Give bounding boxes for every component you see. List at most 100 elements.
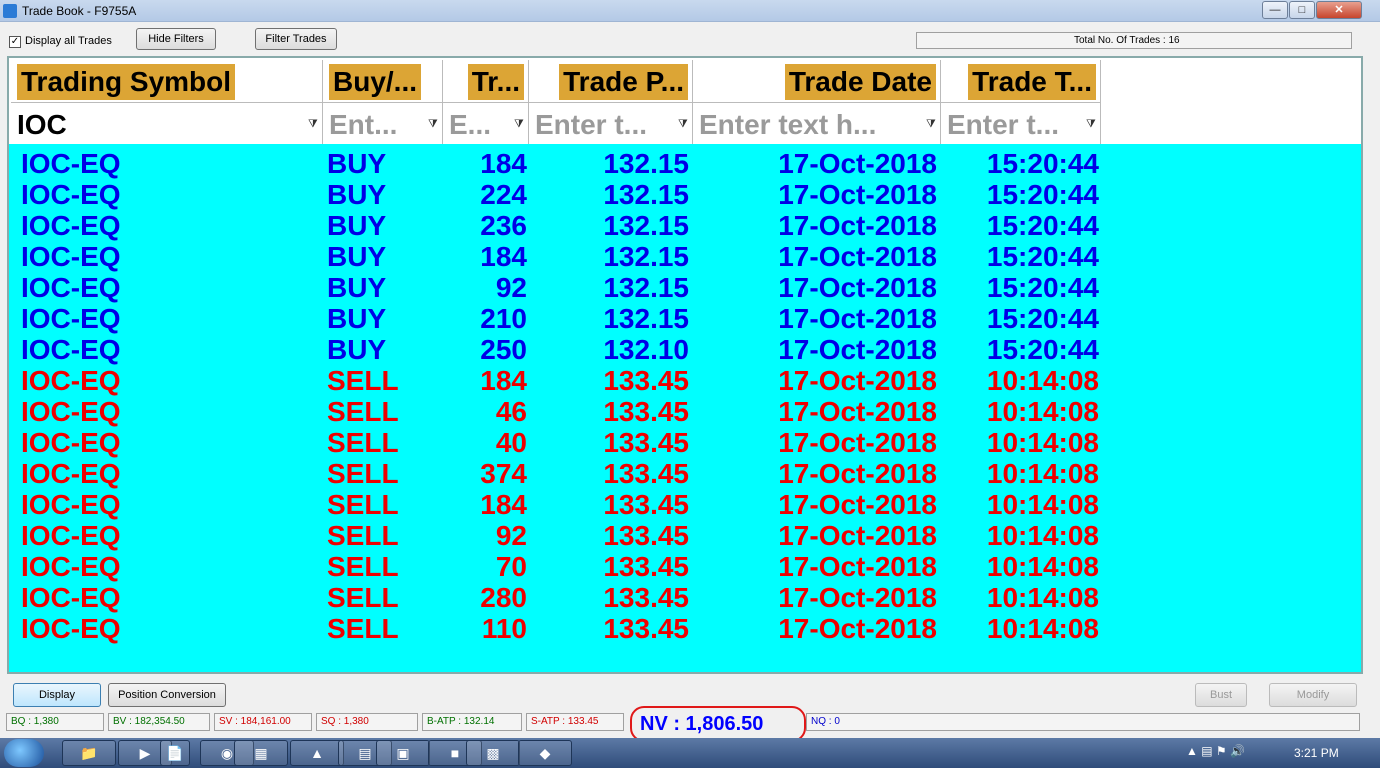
cell-trading-symbol: IOC-EQ (21, 179, 121, 210)
column-header-trade-price[interactable]: Trade P... (529, 60, 693, 102)
display-all-trades-checkbox[interactable]: ✓ (9, 36, 21, 48)
filter-placeholder: Enter text h... (699, 109, 877, 140)
cell-trade-date: 17-Oct-2018 (778, 148, 937, 179)
cell-trading-symbol: IOC-EQ (21, 582, 121, 613)
calculator-taskbar-icon[interactable]: ▩ (466, 740, 520, 766)
table-row[interactable]: IOC-EQ SELL 184 133.45 17-Oct-2018 10:14:08 (9, 489, 1361, 520)
table-row[interactable]: IOC-EQ BUY 184 132.15 17-Oct-2018 15:20:44 (9, 148, 1361, 179)
s-atp-status: S-ATP : 133.45 (526, 713, 624, 731)
filter-placeholder: Ent... (329, 109, 398, 140)
bust-button[interactable]: Bust (1195, 683, 1247, 707)
taskbar: 📁 ▶ 📄 ◉ ▦ ▲ ▤ ▣ ■ ▩ ◆ ▲ ▤ ⚑ 🔊 3:21 PM (0, 738, 1380, 768)
cell-trade-price: 133.45 (603, 458, 689, 489)
filter-trades-button[interactable]: Filter Trades (255, 28, 337, 50)
table-row[interactable]: IOC-EQ BUY 250 132.10 17-Oct-2018 15:20:44 (9, 334, 1361, 365)
cell-trade-date: 17-Oct-2018 (778, 582, 937, 613)
nq-status: NQ : 0 (806, 713, 1360, 731)
column-header-trade-time[interactable]: Trade T... (941, 60, 1101, 102)
table-row[interactable]: IOC-EQ SELL 70 133.45 17-Oct-2018 10:14:08 (9, 551, 1361, 582)
position-conversion-button[interactable]: Position Conversion (108, 683, 226, 707)
excel-taskbar-icon[interactable]: ▦ (234, 740, 288, 766)
grid-rows: IOC-EQ BUY 184 132.15 17-Oct-2018 15:20:44 IOC… (9, 148, 1361, 644)
table-row[interactable]: IOC-EQ SELL 46 133.45 17-Oct-2018 10:14:08 (9, 396, 1361, 427)
filter-input-trade-time[interactable]: Enter t... ⧩ (941, 102, 1101, 144)
cell-trading-symbol: IOC-EQ (21, 489, 121, 520)
table-row[interactable]: IOC-EQ BUY 210 132.15 17-Oct-2018 15:20:44 (9, 303, 1361, 334)
cell-trade-time: 10:14:08 (986, 489, 1099, 520)
minimize-button[interactable]: — (1262, 1, 1288, 19)
cell-trade-qty: 92 (495, 520, 527, 551)
table-row[interactable]: IOC-EQ SELL 280 133.45 17-Oct-2018 10:14:08 (9, 582, 1361, 613)
table-row[interactable]: IOC-EQ SELL 374 133.45 17-Oct-2018 10:14:08 (9, 458, 1361, 489)
toolbar: ✓ Display all Trades Hide Filters Filter… (0, 22, 1380, 54)
table-row[interactable]: IOC-EQ SELL 110 133.45 17-Oct-2018 10:14:08 (9, 613, 1361, 644)
filter-input-trade-price[interactable]: Enter t... ⧩ (529, 102, 693, 144)
table-row[interactable]: IOC-EQ SELL 40 133.45 17-Oct-2018 10:14:08 (9, 427, 1361, 458)
display-all-trades-label[interactable]: Display all Trades (25, 35, 112, 47)
cell-trading-symbol: IOC-EQ (21, 241, 121, 272)
cell-trading-symbol: IOC-EQ (21, 148, 121, 179)
cell-trade-price: 133.45 (603, 365, 689, 396)
cell-buy-sell: SELL (327, 458, 399, 489)
filter-input-trading-symbol[interactable]: IOC ⧩ (11, 102, 323, 144)
cell-trade-time: 15:20:44 (986, 272, 1099, 303)
close-button[interactable]: ✕ (1316, 1, 1362, 19)
cell-trade-date: 17-Oct-2018 (778, 241, 937, 272)
filter-funnel-icon[interactable]: ⧩ (1086, 117, 1098, 131)
column-header-trade-qty[interactable]: Tr... (443, 60, 529, 102)
display-button[interactable]: Display (13, 683, 101, 707)
total-trades-status: Total No. Of Trades : 16 (916, 32, 1352, 49)
filter-value: IOC (17, 109, 67, 140)
filter-funnel-icon[interactable]: ⧩ (514, 117, 526, 131)
cell-trade-qty: 92 (495, 272, 527, 303)
cell-trade-time: 15:20:44 (986, 179, 1099, 210)
column-header-buy-sell[interactable]: Buy/... (323, 60, 443, 102)
cell-trade-qty: 184 (480, 365, 527, 396)
start-button[interactable] (4, 739, 44, 767)
table-row[interactable]: IOC-EQ BUY 224 132.15 17-Oct-2018 15:20:44 (9, 179, 1361, 210)
trading-app-taskbar-icon[interactable]: ◆ (518, 740, 572, 766)
table-row[interactable]: IOC-EQ SELL 92 133.45 17-Oct-2018 10:14:08 (9, 520, 1361, 551)
cell-trade-date: 17-Oct-2018 (778, 303, 937, 334)
filter-input-trade-date[interactable]: Enter text h... ⧩ (693, 102, 941, 144)
cell-buy-sell: BUY (327, 210, 387, 241)
cell-trade-qty: 280 (480, 582, 527, 613)
column-header-trade-date[interactable]: Trade Date (693, 60, 941, 102)
table-row[interactable]: IOC-EQ BUY 236 132.15 17-Oct-2018 15:20:44 (9, 210, 1361, 241)
cell-trade-date: 17-Oct-2018 (778, 613, 937, 644)
system-tray-icons[interactable]: ▲ ▤ ⚑ 🔊 (1186, 744, 1245, 758)
filter-input-buy-sell[interactable]: Ent... ⧩ (323, 102, 443, 144)
cell-trade-price: 133.45 (603, 520, 689, 551)
maximize-button[interactable]: □ (1289, 1, 1315, 19)
filter-funnel-icon[interactable]: ⧩ (308, 117, 320, 131)
cell-trade-price: 132.15 (603, 148, 689, 179)
cell-trade-time: 10:14:08 (986, 520, 1099, 551)
cell-trade-date: 17-Oct-2018 (778, 179, 937, 210)
app-taskbar-icon[interactable]: ▲ (290, 740, 344, 766)
modify-button[interactable]: Modify (1269, 683, 1357, 707)
title-bar[interactable]: Trade Book - F9755A — □ ✕ (0, 0, 1380, 22)
hide-filters-button[interactable]: Hide Filters (136, 28, 216, 50)
table-row[interactable]: IOC-EQ SELL 184 133.45 17-Oct-2018 10:14:08 (9, 365, 1361, 396)
document-taskbar-icon[interactable]: 📄 (160, 740, 190, 766)
filter-input-trade-qty[interactable]: E... ⧩ (443, 102, 529, 144)
table-row[interactable]: IOC-EQ BUY 184 132.15 17-Oct-2018 15:20:44 (9, 241, 1361, 272)
filter-funnel-icon[interactable]: ⧩ (428, 117, 440, 131)
column-header-label: Trade Date (784, 64, 936, 100)
explorer-taskbar-icon[interactable]: 📁 (62, 740, 116, 766)
cell-trade-qty: 110 (481, 613, 527, 644)
window-taskbar-icon[interactable]: ▣ (376, 740, 430, 766)
cell-buy-sell: BUY (327, 303, 387, 334)
net-value-status: NV : 1,806.50 (630, 706, 806, 742)
cell-trade-qty: 210 (480, 303, 527, 334)
cell-buy-sell: BUY (327, 179, 387, 210)
cell-trading-symbol: IOC-EQ (21, 427, 121, 458)
filter-funnel-icon[interactable]: ⧩ (678, 117, 690, 131)
cell-trade-time: 15:20:44 (986, 241, 1099, 272)
filter-funnel-icon[interactable]: ⧩ (926, 117, 938, 131)
table-row[interactable]: IOC-EQ BUY 92 132.15 17-Oct-2018 15:20:44 (9, 272, 1361, 303)
column-header-trading-symbol[interactable]: Trading Symbol (11, 60, 323, 102)
cell-trade-price: 132.15 (603, 241, 689, 272)
cell-trade-time: 10:14:08 (986, 613, 1099, 644)
cell-trading-symbol: IOC-EQ (21, 613, 121, 644)
